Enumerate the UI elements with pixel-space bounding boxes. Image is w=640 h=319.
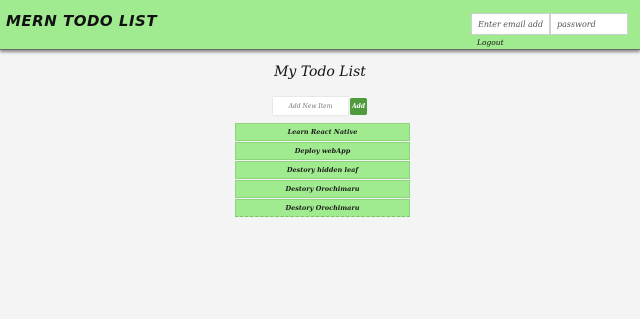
- add-item-form: Add: [273, 97, 367, 115]
- todo-item[interactable]: Learn React Native: [235, 123, 410, 141]
- logout-link[interactable]: Logout: [477, 38, 504, 47]
- todo-item[interactable]: Deploy webApp: [235, 142, 410, 160]
- add-button[interactable]: Add: [350, 97, 367, 115]
- auth-form: [471, 13, 628, 35]
- password-input[interactable]: [550, 13, 628, 35]
- app-header: MERN TODO LIST Logout: [0, 0, 640, 50]
- todo-item[interactable]: Destory Orochimaru: [235, 180, 410, 198]
- email-input[interactable]: [471, 13, 550, 35]
- app-brand: MERN TODO LIST: [6, 12, 158, 30]
- todo-item[interactable]: Destory Orochimaru: [235, 199, 410, 217]
- new-item-input[interactable]: [273, 97, 348, 115]
- page-title: My Todo List: [274, 64, 366, 80]
- todo-item[interactable]: Destory hidden leaf: [235, 161, 410, 179]
- todo-list: Learn React Native Deploy webApp Destory…: [235, 123, 410, 218]
